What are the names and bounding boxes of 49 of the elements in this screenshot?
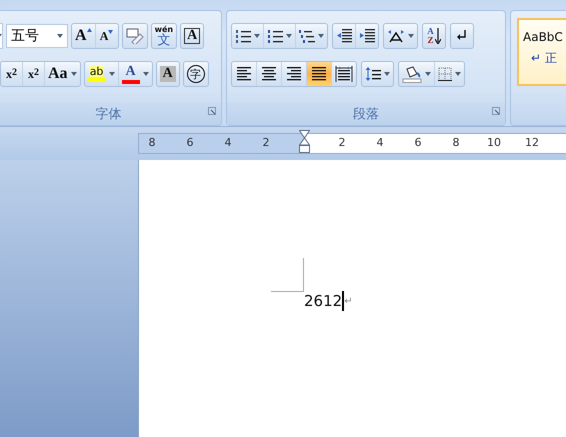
group-label: 字体 bbox=[96, 106, 122, 123]
distributed-icon bbox=[335, 66, 353, 82]
margin-corner-mark bbox=[271, 258, 304, 292]
up-arrow-icon bbox=[86, 28, 92, 32]
case-button[interactable]: Aa bbox=[45, 62, 80, 86]
ruler-number: 4 bbox=[376, 136, 384, 150]
align-center-icon bbox=[260, 67, 278, 81]
shading-button[interactable]: A bbox=[156, 62, 179, 86]
document-text: 2612 bbox=[304, 292, 342, 310]
decrease-indent-icon bbox=[336, 29, 352, 43]
ruler-number: 8 bbox=[148, 136, 156, 150]
ruler-number: 12 bbox=[525, 136, 539, 150]
paint-bucket-icon bbox=[402, 66, 422, 82]
style-gallery-item[interactable]: AaBbC ↵ 正 bbox=[517, 18, 566, 86]
sort-button[interactable]: A Z bbox=[423, 24, 445, 48]
down-arrow-icon bbox=[108, 30, 114, 34]
dialog-launcher-icon[interactable] bbox=[208, 107, 216, 115]
indent-marker-icon[interactable] bbox=[299, 130, 310, 153]
shrink-button[interactable]: A bbox=[96, 24, 118, 48]
align-right-icon bbox=[285, 67, 303, 81]
justify-button[interactable] bbox=[307, 62, 332, 86]
increase-indent-icon bbox=[359, 29, 375, 43]
numbered-list-icon bbox=[299, 29, 315, 43]
ruler-number: 4 bbox=[224, 136, 232, 150]
justify-icon bbox=[310, 67, 328, 81]
paragraph-mark: ↵ bbox=[344, 296, 353, 306]
numbered-list-icon bbox=[267, 29, 283, 43]
bullet-list-icon bbox=[235, 29, 251, 43]
border-button[interactable]: A bbox=[181, 24, 204, 48]
ruler-number: 8 bbox=[452, 136, 460, 150]
border-grid-icon bbox=[438, 67, 452, 81]
highlight-button[interactable]: ab bbox=[84, 62, 119, 86]
spacing-icon bbox=[387, 29, 405, 43]
ruler-number: 2 bbox=[338, 136, 346, 150]
grow-button[interactable]: A bbox=[72, 24, 96, 48]
superscript-button[interactable]: x$^{2}$ bbox=[23, 62, 45, 86]
ruler-number: 6 bbox=[414, 136, 422, 150]
eraser-icon bbox=[126, 28, 144, 44]
phonetic-button[interactable]: wén 文 bbox=[152, 24, 176, 48]
text-cursor bbox=[342, 291, 344, 311]
ruler-number: 6 bbox=[186, 136, 194, 150]
font-size-dropdown[interactable]: 五号 bbox=[6, 24, 68, 48]
caret-icon bbox=[57, 34, 63, 38]
group-label: 段落 bbox=[353, 106, 379, 123]
line-spacing-icon bbox=[365, 66, 381, 82]
ruler-number: 2 bbox=[262, 136, 270, 150]
dialog-launcher-icon[interactable] bbox=[492, 107, 500, 115]
ruler-number: 10 bbox=[487, 136, 501, 150]
align-left-icon bbox=[235, 67, 253, 81]
